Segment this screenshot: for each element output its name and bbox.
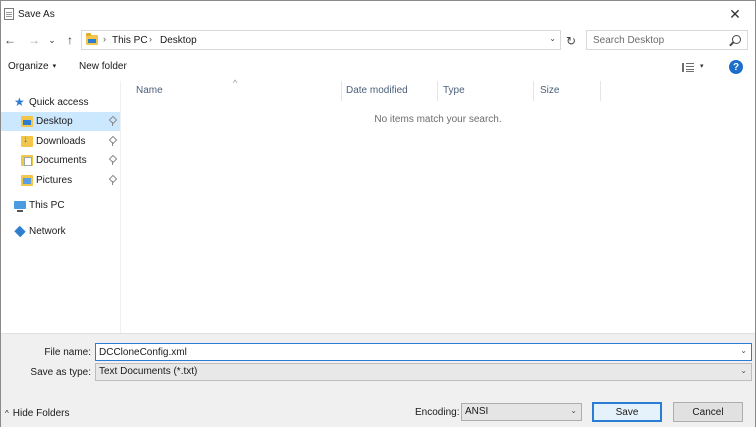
star-icon: ★	[14, 95, 25, 109]
save-button[interactable]: Save	[592, 402, 662, 422]
window-title: Save As	[18, 9, 55, 20]
address-bar[interactable]: › This PC › Desktop ⌄	[81, 30, 561, 50]
chevron-down-icon[interactable]: ⌄	[549, 34, 556, 43]
breadcrumb-separator: ›	[103, 34, 106, 44]
command-toolbar: Organize ▾ New folder ▾ ?	[1, 56, 755, 80]
file-name-label: File name:	[44, 347, 91, 358]
search-box	[586, 30, 748, 50]
documents-folder-icon	[21, 155, 33, 166]
back-icon[interactable]: ←	[1, 31, 19, 49]
network-icon	[14, 225, 26, 238]
column-header-type[interactable]: Type	[443, 85, 465, 96]
encoding-value: ANSI	[465, 406, 489, 417]
navigation-bar: ← → ⌄ ↑ › This PC › Desktop ⌄ ↻	[1, 28, 755, 54]
column-divider[interactable]	[437, 81, 438, 101]
column-divider[interactable]	[341, 81, 342, 101]
desktop-folder-icon	[86, 33, 98, 45]
desktop-folder-icon	[21, 116, 33, 127]
sort-ascending-icon: ^	[233, 78, 238, 88]
chevron-down-icon: ⌄	[740, 366, 747, 375]
refresh-icon[interactable]: ↻	[563, 33, 579, 49]
sidebar-item-label: Pictures	[36, 175, 73, 186]
notepad-icon	[4, 8, 14, 20]
close-button[interactable]: ✕	[715, 1, 755, 27]
downloads-folder-icon	[21, 134, 33, 147]
sidebar-item-label: Network	[29, 226, 66, 237]
sidebar-item-desktop[interactable]: Desktop	[1, 112, 120, 131]
file-name-combobox: ⌄	[95, 343, 752, 361]
recent-locations-icon[interactable]: ⌄	[43, 31, 61, 49]
chevron-down-icon: ⌄	[570, 406, 577, 415]
organize-label: Organize	[8, 61, 49, 72]
column-header-size[interactable]: Size	[540, 85, 559, 96]
sidebar-item-network[interactable]: Network	[1, 222, 120, 241]
sidebar-item-label: Documents	[36, 155, 87, 166]
sidebar-item-downloads[interactable]: Downloads	[1, 132, 120, 151]
column-divider[interactable]	[600, 81, 601, 101]
file-name-input[interactable]	[96, 344, 731, 360]
breadcrumb-this-pc[interactable]: This PC	[112, 35, 148, 46]
cancel-button[interactable]: Cancel	[673, 402, 743, 422]
breadcrumb-separator: ›	[149, 34, 152, 44]
sidebar-item-label: Downloads	[36, 136, 86, 147]
encoding-label: Encoding:	[415, 407, 460, 418]
sidebar-item-pictures[interactable]: Pictures	[1, 171, 120, 190]
navigation-pane: ★ Quick access Desktop Downloads Documen…	[1, 81, 121, 333]
title-bar: Save As ✕	[1, 1, 755, 28]
search-input[interactable]	[587, 31, 727, 49]
chevron-up-icon: ^	[5, 409, 9, 418]
chevron-down-icon[interactable]: ⌄	[740, 346, 747, 355]
column-header-date-modified[interactable]: Date modified	[346, 85, 408, 96]
save-form: File name: ⌄ Save as type: Text Document…	[1, 333, 755, 427]
sidebar-item-label: This PC	[29, 200, 65, 211]
save-as-dialog: Save As ✕ ← → ⌄ ↑ › This PC › Desktop ⌄ …	[0, 0, 756, 427]
pin-icon	[109, 176, 115, 185]
breadcrumb-desktop[interactable]: Desktop	[160, 35, 197, 46]
caret-down-icon: ▾	[52, 63, 57, 70]
hide-folders-button[interactable]: ^ Hide Folders	[5, 408, 69, 419]
sidebar-item-label: Quick access	[29, 97, 89, 108]
organize-menu[interactable]: Organize ▾	[8, 61, 56, 72]
sidebar-item-label: Desktop	[36, 116, 73, 127]
encoding-select[interactable]: ANSI ⌄	[461, 403, 582, 421]
forward-icon[interactable]: →	[25, 31, 43, 49]
new-folder-button[interactable]: New folder	[79, 61, 127, 72]
search-icon[interactable]	[732, 35, 741, 44]
sidebar-item-this-pc[interactable]: This PC	[1, 196, 120, 215]
up-icon[interactable]: ↑	[61, 31, 79, 49]
empty-folder-message: No items match your search.	[374, 114, 502, 125]
pictures-folder-icon	[21, 175, 33, 186]
sidebar-item-documents[interactable]: Documents	[1, 151, 120, 170]
column-header-name[interactable]: Name	[136, 85, 163, 96]
pin-icon	[109, 117, 115, 126]
sidebar-item-quick-access[interactable]: ★ Quick access	[1, 93, 120, 112]
computer-icon	[14, 201, 26, 212]
save-as-type-value: Text Documents (*.txt)	[99, 366, 198, 377]
column-divider[interactable]	[533, 81, 534, 101]
column-headers: ^ Name Date modified Type Size	[121, 78, 755, 101]
pin-icon	[109, 156, 115, 165]
view-options-icon[interactable]	[682, 63, 694, 72]
hide-folders-label: Hide Folders	[12, 408, 70, 419]
help-icon[interactable]: ?	[729, 60, 743, 74]
save-as-type-select[interactable]: Text Documents (*.txt) ⌄	[95, 363, 752, 381]
pin-icon	[109, 137, 115, 146]
caret-down-icon[interactable]: ▾	[700, 62, 704, 70]
save-as-type-label: Save as type:	[30, 367, 91, 378]
